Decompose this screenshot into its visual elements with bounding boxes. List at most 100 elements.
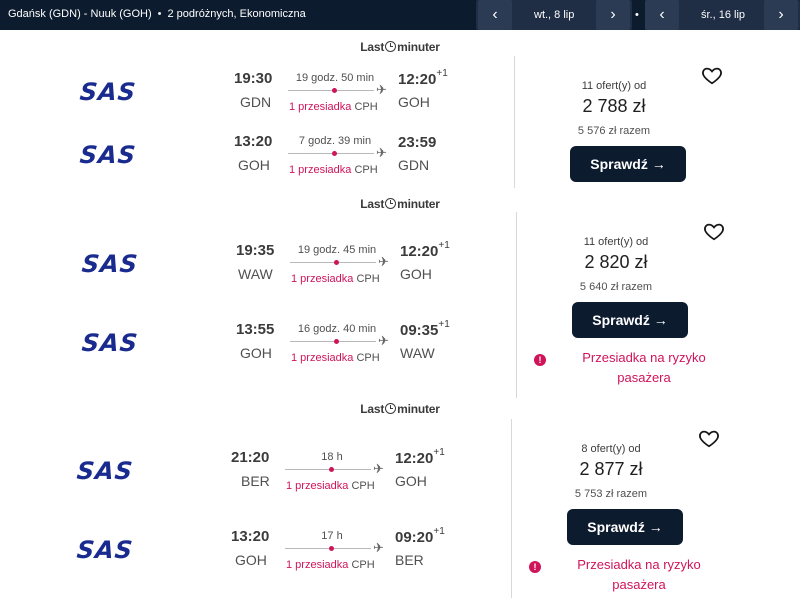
departure-time: 13:55 — [236, 321, 275, 338]
warning-text: Przesiadka na ryzyko pasażera — [577, 557, 701, 592]
arrival-airport: GOH — [398, 94, 430, 110]
provider-logo: Last minuter — [0, 195, 800, 211]
arrival-airport: GOH — [395, 473, 427, 489]
next-day-marker: +1 — [438, 240, 450, 251]
outbound-next-button[interactable]: › — [596, 0, 630, 30]
favorite-heart-icon[interactable] — [698, 427, 720, 449]
return-next-button[interactable]: › — [764, 0, 798, 30]
price: 2 877 zł — [579, 459, 643, 479]
next-day-marker: +1 — [438, 319, 450, 330]
route-line — [285, 548, 371, 549]
warning-icon: ! — [529, 561, 541, 573]
route-line — [288, 90, 374, 91]
stop-dot — [334, 339, 339, 344]
stops-info: 1 przesiadka CPH — [289, 164, 378, 176]
stop-dot — [329, 546, 334, 551]
price-column: 11 ofert(y) od 2 788 zł 5 576 zł razem S… — [514, 80, 714, 190]
plane-icon: ✈ — [378, 333, 389, 348]
offers-count: 8 ofert(y) od — [581, 443, 641, 455]
sas-logo: SAS — [75, 536, 135, 564]
plane-icon: ✈ — [373, 540, 384, 555]
favorite-heart-icon[interactable] — [703, 220, 725, 242]
price-column: 8 ofert(y) od 2 877 zł 5 753 zł razem Sp… — [511, 443, 711, 553]
result-card[interactable]: SAS 19:30 GDN 19 godz. 50 min ✈ 12:20+1 … — [0, 56, 800, 190]
total-price: 5 640 zł razem — [579, 281, 653, 293]
flight-leg-outbound: SAS 19:30 GDN 19 godz. 50 min ✈ 12:20+1 … — [0, 68, 500, 132]
sas-logo: SAS — [78, 141, 138, 169]
offers-count: 11 ofert(y) od — [581, 80, 647, 92]
outbound-date[interactable]: wt., 8 lip — [534, 9, 574, 21]
flight-leg-return: SAS 13:55 GOH 16 godz. 40 min ✈ 09:35+1 … — [0, 319, 500, 383]
return-date[interactable]: śr., 16 lip — [701, 9, 745, 21]
departure-airport: GOH — [240, 345, 272, 361]
stops-info: 1 przesiadka CPH — [291, 273, 380, 285]
stop-dot — [332, 151, 337, 156]
departure-time: 21:20 — [231, 449, 270, 466]
departure-airport: BER — [241, 473, 270, 489]
warning-text: Przesiadka na ryzyko pasażera — [582, 350, 706, 385]
result-card[interactable]: SAS 19:35 WAW 19 godz. 45 min ✈ 12:20+1 … — [0, 212, 800, 398]
offers-count: 11 ofert(y) od — [583, 236, 649, 248]
check-button[interactable]: Sprawdź → — [567, 509, 683, 545]
price: 2 788 zł — [582, 96, 646, 116]
arrival-airport: WAW — [400, 345, 435, 361]
departure-airport: GDN — [240, 94, 272, 110]
sas-logo: SAS — [78, 78, 138, 106]
stop-dot — [334, 260, 339, 265]
clock-icon — [385, 41, 397, 52]
arrival-time: 12:20+1 — [400, 240, 450, 260]
arrival-time: 12:20+1 — [395, 447, 445, 467]
route-line — [285, 469, 371, 470]
sas-logo: SAS — [80, 250, 140, 278]
stop-dot — [332, 88, 337, 93]
route-summary[interactable]: Gdańsk (GDN) - Nuuk (GOH) • 2 podróżnych, … — [8, 8, 306, 20]
flight-duration: 7 godz. 39 min — [298, 135, 372, 147]
favorite-heart-icon[interactable] — [701, 64, 723, 86]
arrival-time: 23:59 — [398, 134, 437, 151]
departure-time: 13:20 — [234, 133, 273, 150]
route-line — [290, 341, 376, 342]
warning-icon: ! — [534, 354, 546, 366]
plane-icon: ✈ — [373, 461, 384, 476]
next-day-marker: +1 — [436, 68, 448, 79]
next-day-marker: +1 — [433, 526, 445, 537]
provider-logo: Last minuter — [0, 400, 800, 416]
total-price: 5 576 zł razem — [577, 125, 651, 137]
route-line — [290, 262, 376, 263]
stops-info: 1 przesiadka CPH — [289, 101, 378, 113]
outbound-prev-button[interactable]: ‹ — [478, 0, 512, 30]
arrival-airport: BER — [395, 552, 424, 568]
next-day-marker: +1 — [433, 447, 445, 458]
sas-logo: SAS — [80, 329, 140, 357]
departure-time: 19:35 — [236, 242, 275, 259]
date-separator-dot: • — [635, 9, 639, 21]
stops-info: 1 przesiadka CPH — [286, 559, 375, 571]
route-line — [288, 153, 374, 154]
flight-leg-return: SAS 13:20 GOH 7 godz. 39 min ✈ 23:59 GDN… — [0, 133, 500, 195]
flight-duration: 16 godz. 40 min — [297, 323, 377, 335]
stops-info: 1 przesiadka CPH — [286, 480, 375, 492]
clock-icon — [385, 198, 397, 209]
flight-duration: 19 godz. 45 min — [297, 244, 377, 256]
stops-info: 1 przesiadka CPH — [291, 352, 380, 364]
lastminuter-logo: Last minuter — [360, 40, 440, 54]
arrival-airport: GOH — [400, 266, 432, 282]
departure-airport: WAW — [238, 266, 273, 282]
travellers-text: 2 podróżnych, Ekonomiczna — [167, 8, 306, 20]
result-card[interactable]: SAS 21:20 BER 18 h ✈ 12:20+1 GOH 1 przes… — [0, 419, 800, 598]
flight-duration: 18 h — [321, 451, 343, 463]
arrival-time: 09:20+1 — [395, 526, 445, 546]
departure-airport: GOH — [238, 157, 270, 173]
return-prev-button[interactable]: ‹ — [645, 0, 679, 30]
departure-time: 19:30 — [234, 70, 273, 87]
separator-dot: • — [157, 8, 162, 20]
check-button[interactable]: Sprawdź → — [572, 302, 688, 338]
arrival-time: 12:20+1 — [398, 68, 448, 88]
flight-leg-return: SAS 13:20 GOH 17 h ✈ 09:20+1 BER 1 przes… — [0, 526, 500, 590]
departure-time: 13:20 — [231, 528, 270, 545]
flight-leg-outbound: SAS 21:20 BER 18 h ✈ 12:20+1 GOH 1 przes… — [0, 447, 500, 511]
sas-logo: SAS — [75, 457, 135, 485]
check-button[interactable]: Sprawdź → — [570, 146, 686, 182]
flight-duration: 17 h — [321, 530, 343, 542]
lastminuter-logo: Last minuter — [360, 197, 440, 211]
